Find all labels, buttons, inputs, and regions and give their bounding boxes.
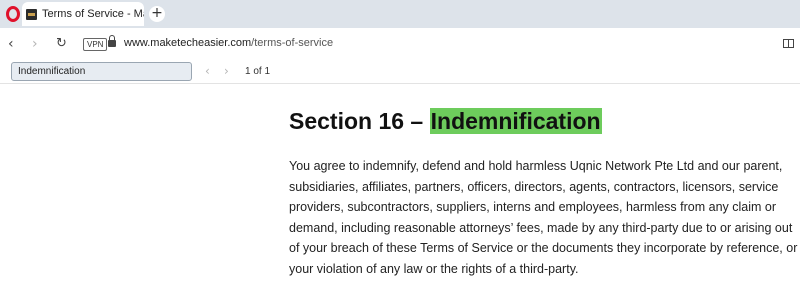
browser-tab[interactable]: Terms of Service - Make T (22, 2, 144, 26)
forward-arrow-icon[interactable]: › (32, 36, 38, 52)
url-host: www.maketecheasier.com (124, 37, 252, 49)
find-highlight: Indemnification (429, 108, 602, 134)
find-input[interactable] (11, 62, 192, 81)
new-tab-plus-icon[interactable]: + (149, 6, 165, 22)
section-heading-prefix: Section 16 – (289, 108, 430, 134)
address-bar-url[interactable]: www.maketecheasier.com/terms-of-service (124, 37, 333, 49)
reload-icon[interactable]: ↻ (56, 36, 67, 52)
section-paragraph: You agree to indemnify, defend and hold … (289, 159, 798, 276)
find-match-count: 1 of 1 (245, 66, 271, 77)
find-bar: ‹ › 1 of 1 (0, 60, 800, 84)
vpn-badge[interactable]: VPN (83, 38, 108, 51)
section-heading: Section 16 – Indemnification (289, 108, 602, 135)
find-previous-chevron-icon[interactable]: ‹ (205, 64, 210, 78)
page-content: Section 16 – Indemnification You agree t… (0, 85, 800, 299)
address-toolbar: ‹ › ↻ VPN www.maketecheasier.com/terms-o… (0, 28, 800, 60)
site-favicon-icon (26, 8, 37, 20)
url-path: /terms-of-service (251, 37, 334, 49)
tab-strip: Terms of Service - Make T + (0, 0, 800, 28)
tab-title: Terms of Service - Make T (42, 8, 144, 20)
opera-logo-icon[interactable] (6, 6, 20, 22)
find-next-chevron-icon[interactable]: › (224, 64, 229, 78)
lock-icon[interactable] (108, 35, 116, 47)
back-arrow-icon[interactable]: ‹ (8, 36, 14, 52)
reader-mode-icon[interactable] (783, 39, 794, 48)
